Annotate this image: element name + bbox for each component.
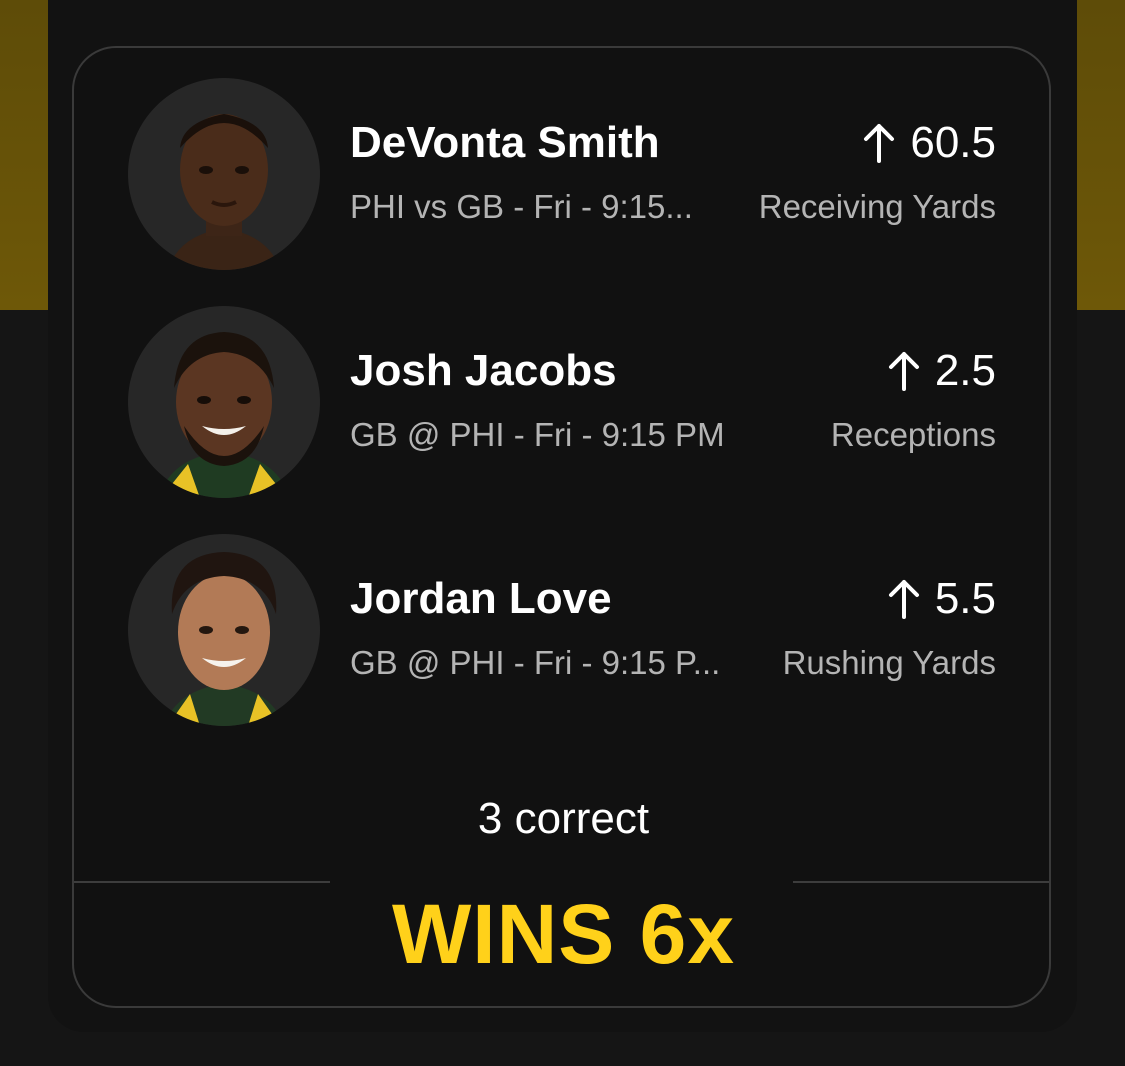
arrow-up-icon [888,352,919,391]
line-value: 2.5 [934,346,996,395]
player-headshot [128,78,320,270]
stat-type: Receptions [830,416,996,453]
arrow-up-icon [864,124,895,163]
stat-type: Rushing Yards [782,644,996,681]
entry-card: DeVonta Smith PHI vs GB - Fri - 9:15... … [72,46,1051,1008]
game-matchup: GB @ PHI - Fri - 9:15 P... [350,644,721,681]
correct-count: 3 correct [477,794,650,843]
projection-line: 60.5 [862,118,996,168]
arrow-up-icon [888,580,919,619]
projection-line: 2.5 [887,346,996,396]
divider-left [74,881,330,883]
player-name: Josh Jacobs [350,346,617,395]
game-matchup: PHI vs GB - Fri - 9:15... [350,188,693,225]
player-name: DeVonta Smith [350,118,660,167]
line-value: 60.5 [910,118,996,167]
player-headshot [128,534,320,726]
player-name: Jordan Love [350,574,612,623]
player-headshot [128,306,320,498]
pick-row[interactable]: Jordan Love GB @ PHI - Fri - 9:15 P... 5… [128,534,996,726]
game-matchup: GB @ PHI - Fri - 9:15 PM [350,416,725,453]
stat-type: Receiving Yards [758,188,996,225]
lineup-result-screen: DeVonta Smith PHI vs GB - Fri - 9:15... … [0,0,1125,1066]
payout-multiplier: WINS 6x [391,887,736,981]
pick-row[interactable]: DeVonta Smith PHI vs GB - Fri - 9:15... … [128,78,996,270]
pick-row[interactable]: Josh Jacobs GB @ PHI - Fri - 9:15 PM 2.5… [128,306,996,498]
projection-line: 5.5 [887,574,996,624]
entry-panel: DeVonta Smith PHI vs GB - Fri - 9:15... … [48,0,1077,1032]
divider-right [793,881,1049,883]
line-value: 5.5 [934,574,996,623]
